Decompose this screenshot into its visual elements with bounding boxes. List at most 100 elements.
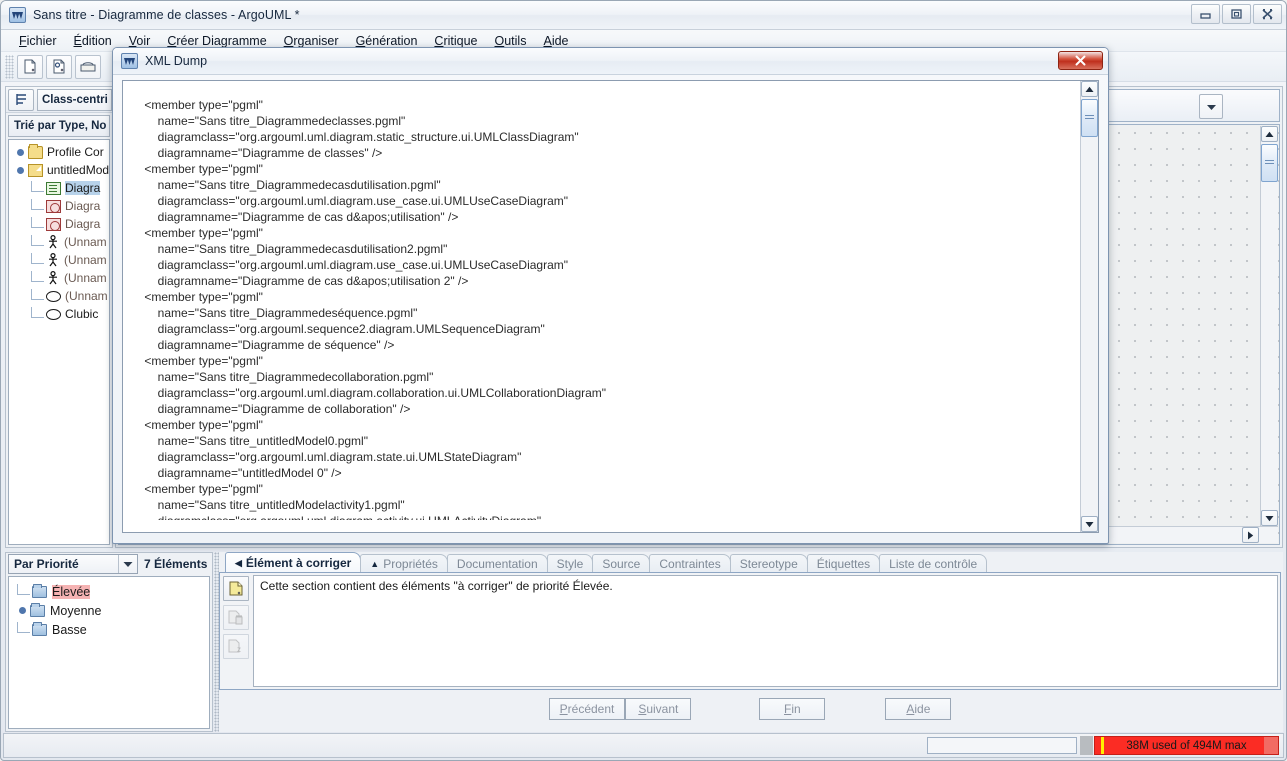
tree-item-usecase-diagram-1[interactable]: Diagra (9, 197, 109, 215)
todo-item-moyenne[interactable]: Moyenne (9, 601, 209, 620)
todo-item-basse[interactable]: Basse (9, 620, 209, 639)
scroll-up-icon[interactable] (1081, 81, 1098, 97)
memory-meter[interactable]: 38M used of 494M max (1094, 736, 1279, 755)
finish-button[interactable]: Fin (759, 698, 826, 720)
delete-todo-item-icon[interactable] (223, 605, 249, 630)
window-titlebar: Sans titre - Diagramme de classes - Argo… (1, 1, 1286, 30)
todo-filter-label: Par Priorité (14, 557, 79, 571)
tree-item-usecase-diagram-2[interactable]: Diagra (9, 215, 109, 233)
tree-item-label: Clubic (65, 307, 99, 321)
tree-connector (17, 622, 30, 633)
scroll-down-icon[interactable] (1081, 516, 1098, 532)
previous-button[interactable]: Précédent (548, 698, 626, 720)
memory-meter-grip[interactable] (1080, 736, 1093, 755)
window-title: Sans titre - Diagramme de classes - Argo… (33, 8, 300, 22)
tree-item-profile-configuration[interactable]: Profile Cor (9, 143, 109, 161)
todo-item-elevee[interactable]: Élevée (9, 582, 209, 601)
scroll-up-icon[interactable] (1261, 126, 1278, 142)
tree-item-actor-2[interactable]: (Unnam (9, 251, 109, 269)
todo-filter-combo[interactable]: Par Priorité (8, 554, 138, 574)
menu-fichier[interactable]: Fichier (11, 32, 66, 50)
tree-item-label: Diagra (65, 217, 101, 231)
canvas-vscroll-thumb[interactable] (1261, 144, 1278, 182)
tab-etiquettes[interactable]: Étiquettes (806, 554, 881, 573)
explorer-toolbar: Class-centri (6, 87, 112, 113)
scroll-down-icon[interactable] (1261, 510, 1278, 526)
next-button[interactable]: Suivant (625, 698, 692, 720)
menu-edition[interactable]: Édition (66, 32, 121, 50)
usecase-oval-icon (46, 290, 61, 302)
tree-item-usecase-clubic[interactable]: Clubic (9, 305, 109, 323)
open-project-icon[interactable] (46, 54, 72, 79)
tab-element-a-corriger[interactable]: ◀ Élément à corriger (225, 552, 362, 573)
usecase-oval-icon (46, 308, 61, 320)
tab-documentation[interactable]: Documentation (446, 554, 548, 573)
help-button[interactable]: Aide (885, 698, 952, 720)
todo-description-text: Cette section contient des éléments "à c… (253, 575, 1278, 687)
explorer-tree[interactable]: Profile Cor untitledMod Diagra Diagra Di… (8, 139, 110, 545)
tree-connector (17, 584, 30, 595)
tree-item-label: (Unnam (64, 253, 107, 267)
xml-dump-text-area[interactable]: <member type="pgml" name="Sans titre_Dia… (122, 80, 1099, 533)
tab-label: Documentation (456, 557, 538, 571)
tree-item-label: (Unnam (64, 235, 107, 249)
folder-icon (32, 583, 47, 598)
tab-source[interactable]: Source (592, 554, 651, 573)
snooze-todo-item-icon[interactable]: z (223, 634, 249, 659)
expand-handle-icon[interactable] (17, 605, 28, 616)
new-project-icon[interactable] (17, 54, 43, 79)
new-todo-item-icon[interactable] (223, 576, 249, 601)
tab-label: Propriétés (383, 557, 438, 571)
todo-actions-toolbar: z (220, 573, 252, 689)
minimize-button[interactable] (1191, 4, 1220, 24)
todo-item-label: Moyenne (50, 603, 102, 618)
close-button[interactable] (1253, 4, 1282, 24)
tree-item-label: untitledMod (47, 163, 110, 177)
expand-handle-icon[interactable] (15, 165, 26, 176)
folder-icon (32, 621, 47, 636)
tab-style[interactable]: Style (546, 554, 594, 573)
xml-vertical-scrollbar[interactable] (1080, 81, 1098, 532)
details-panel: ◀ Élément à corriger ▲ Propriétés Docume… (219, 552, 1283, 732)
tab-label: Contraintes (659, 557, 721, 571)
todo-tree[interactable]: Élevée Moyenne Basse (8, 576, 210, 729)
tab-liste-de-controle[interactable]: Liste de contrôle (879, 554, 988, 573)
actor-icon (46, 270, 60, 285)
tree-item-untitled-model[interactable]: untitledMod (9, 161, 109, 179)
tree-item-actor-1[interactable]: (Unnam (9, 233, 109, 251)
tab-stereotype[interactable]: Stereotype (729, 554, 808, 573)
tree-connector (31, 234, 44, 246)
expand-handle-icon[interactable] (15, 147, 26, 158)
perspective-icon[interactable] (8, 88, 34, 111)
tab-proprietes[interactable]: ▲ Propriétés (360, 554, 448, 573)
canvas-vertical-scrollbar[interactable] (1260, 126, 1278, 526)
folder-icon (28, 143, 43, 159)
tree-item-label: (Unnam (65, 289, 108, 303)
xml-dialog-titlebar[interactable]: XML Dump (113, 48, 1108, 75)
tab-contraintes[interactable]: Contraintes (649, 554, 731, 573)
explorer-sort-combo[interactable]: Trié par Type, No (8, 115, 110, 137)
chevron-down-icon[interactable] (118, 555, 137, 573)
tree-item-actor-3[interactable]: (Unnam (9, 269, 109, 287)
perspective-combo[interactable]: Class-centri (37, 88, 112, 111)
save-project-icon[interactable] (75, 54, 101, 79)
window-controls (1191, 4, 1282, 24)
chevron-down-icon[interactable] (1199, 94, 1223, 119)
actor-icon (46, 234, 60, 249)
usecase-diagram-icon (46, 217, 61, 231)
argouml-icon (9, 7, 26, 23)
toolbar-drag-handle[interactable] (5, 54, 14, 79)
tree-item-label: Diagra (65, 181, 101, 195)
tree-item-usecase-1[interactable]: (Unnam (9, 287, 109, 305)
argouml-icon (121, 53, 138, 69)
scroll-right-icon[interactable] (1242, 527, 1259, 543)
tree-item-label: (Unnam (64, 271, 107, 285)
maximize-button[interactable] (1222, 4, 1251, 24)
details-body: z Cette section contient des éléments "à… (219, 572, 1281, 690)
xml-dialog-close-button[interactable] (1058, 51, 1103, 70)
todo-header: Par Priorité 7 Éléments (6, 553, 212, 575)
xml-vscroll-thumb[interactable] (1081, 99, 1098, 137)
tree-item-class-diagram[interactable]: Diagra (9, 179, 109, 197)
usecase-diagram-icon (46, 199, 61, 213)
todo-item-count: 7 Éléments (144, 557, 208, 571)
